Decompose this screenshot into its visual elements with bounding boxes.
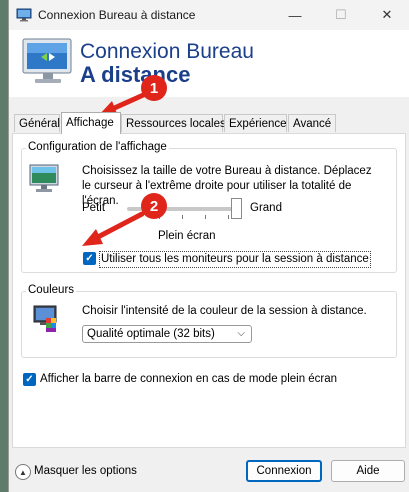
tab-affichage[interactable]: Affichage bbox=[61, 112, 121, 134]
color-depth-select[interactable]: Qualité optimale (32 bits) ⌵ bbox=[82, 325, 252, 343]
colors-group: Couleurs Choisir l'intensité de la coule… bbox=[21, 284, 397, 358]
multi-monitor-label[interactable]: Utiliser tous les moniteurs pour la sess… bbox=[99, 251, 371, 268]
checkmark-icon: ✓ bbox=[85, 253, 94, 264]
tab-ressources-locales[interactable]: Ressources locales bbox=[121, 114, 226, 132]
minimize-button[interactable]: — bbox=[272, 0, 318, 30]
chevron-down-icon: ⌵ bbox=[237, 328, 245, 339]
colors-legend: Couleurs bbox=[26, 284, 77, 296]
slider-value-label: Plein écran bbox=[158, 230, 216, 242]
header-banner: Connexion Bureau A distance bbox=[9, 30, 409, 97]
tab-experience[interactable]: Expérience bbox=[224, 114, 287, 132]
tab-avance[interactable]: Avancé bbox=[288, 114, 336, 132]
slider-tick bbox=[182, 215, 183, 219]
display-config-legend: Configuration de l'affichage bbox=[26, 141, 169, 153]
help-button[interactable]: Aide bbox=[331, 460, 405, 482]
slider-max-label: Grand bbox=[250, 202, 282, 214]
slider-tick bbox=[136, 215, 137, 219]
close-button[interactable]: ✕ bbox=[364, 0, 409, 30]
color-depth-value: Qualité optimale (32 bits) bbox=[87, 328, 215, 340]
display-size-slider-thumb[interactable] bbox=[231, 198, 242, 219]
display-config-group: Configuration de l'affichage Choisissez … bbox=[21, 141, 397, 273]
annotation-badge-1: 1 bbox=[141, 75, 167, 101]
chevron-up-icon: ▲ bbox=[19, 467, 27, 477]
connection-bar-checkbox[interactable]: ✓ bbox=[23, 373, 36, 386]
connection-bar-label[interactable]: Afficher la barre de connexion en cas de… bbox=[40, 372, 337, 387]
display-monitor-icon bbox=[29, 164, 59, 192]
remote-desktop-logo-icon bbox=[22, 38, 72, 83]
hide-options-button[interactable]: ▲ bbox=[15, 464, 31, 480]
maximize-icon: ☐ bbox=[335, 7, 347, 22]
slider-tick bbox=[228, 215, 229, 219]
color-palette-icon bbox=[33, 305, 57, 332]
minimize-icon: — bbox=[288, 7, 302, 23]
tab-general[interactable]: Général bbox=[14, 114, 60, 132]
annotation-badge-2: 2 bbox=[141, 193, 167, 219]
header-title-line1: Connexion Bureau bbox=[80, 40, 254, 63]
connect-button[interactable]: Connexion bbox=[246, 460, 322, 482]
multi-monitor-checkbox[interactable]: ✓ bbox=[83, 252, 96, 265]
header-title-line2: A distance bbox=[80, 62, 191, 87]
colors-description: Choisir l'intensité de la couleur de la … bbox=[82, 305, 367, 317]
rdp-window: Connexion Bureau à distance — ☐ ✕ Connex… bbox=[8, 0, 409, 492]
checkmark-icon: ✓ bbox=[25, 374, 34, 385]
tab-panel-affichage: Configuration de l'affichage Choisissez … bbox=[12, 133, 406, 448]
maximize-button[interactable]: ☐ bbox=[318, 0, 364, 30]
close-icon: ✕ bbox=[381, 7, 393, 22]
slider-tick bbox=[205, 215, 206, 219]
remote-desktop-icon bbox=[16, 8, 32, 22]
window-title: Connexion Bureau à distance bbox=[38, 8, 196, 22]
hide-options-label[interactable]: Masquer les options bbox=[34, 464, 137, 479]
slider-min-label: Petit bbox=[82, 202, 106, 214]
title-bar[interactable]: Connexion Bureau à distance — ☐ ✕ bbox=[9, 0, 409, 30]
